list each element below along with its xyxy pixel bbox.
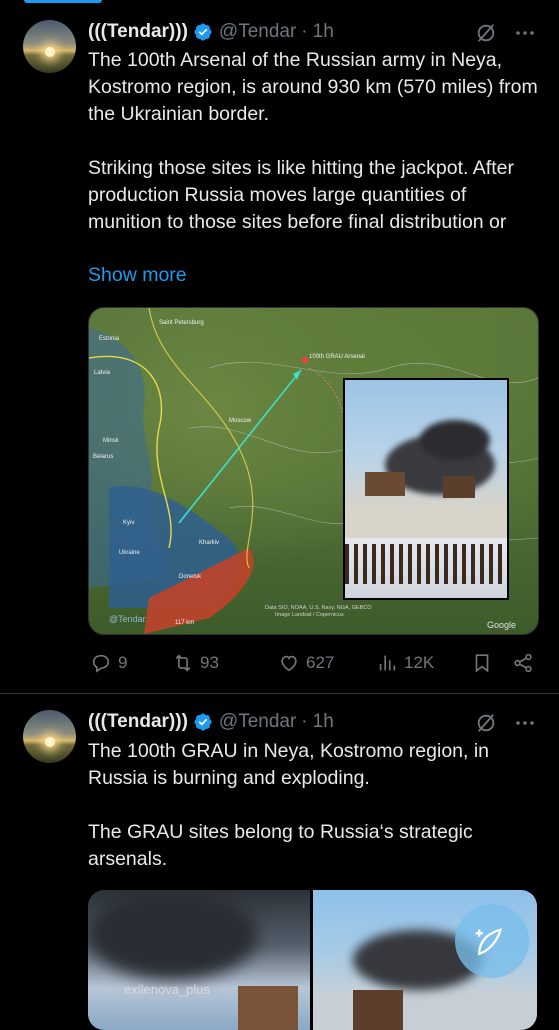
- repost-count: 93: [200, 653, 219, 672]
- label-donetsk: Donetsk: [179, 574, 202, 580]
- label-belarus: Belarus: [93, 454, 114, 460]
- grok-icon[interactable]: [475, 712, 497, 734]
- show-more-link[interactable]: Show more: [88, 264, 187, 287]
- compose-button[interactable]: [455, 904, 529, 978]
- separator: ·: [301, 711, 308, 732]
- repost-icon: [175, 654, 191, 672]
- reply-icon: [92, 654, 110, 673]
- more-icon[interactable]: [513, 21, 537, 45]
- label-kharkiv: Kharkiv: [199, 540, 220, 546]
- views-count: 12K: [404, 653, 435, 672]
- timestamp[interactable]: 1h: [313, 21, 334, 43]
- like-count: 627: [306, 653, 335, 672]
- repost-button[interactable]: 93: [172, 652, 219, 674]
- share-button[interactable]: [512, 652, 534, 674]
- avatar[interactable]: [23, 710, 76, 763]
- label-latvia: Latvia: [94, 370, 111, 376]
- tweet-text: The 100th GRAU in Neya, Kostromo region,…: [88, 740, 490, 870]
- photo-watermark: exilenova_plus: [124, 982, 211, 997]
- map-google-logo: Google: [487, 620, 517, 630]
- label-estonia: Estonia: [99, 336, 120, 342]
- views-button[interactable]: 12K: [376, 652, 434, 674]
- views-icon: [379, 655, 396, 671]
- map-attribution-2: Image Landsat / Copernicus: [275, 612, 344, 618]
- author-handle[interactable]: @Tendar: [219, 711, 296, 733]
- tweet-text: The 100th Arsenal of the Russian army in…: [88, 49, 538, 233]
- bookmark-icon: [475, 654, 489, 673]
- share-icon: [514, 653, 532, 673]
- label-kyiv: Kyiv: [123, 520, 135, 526]
- map-watermark: @Tendar: [109, 614, 146, 624]
- like-icon: [281, 655, 297, 672]
- tweet-actions: 9 93 627 12K: [88, 649, 536, 677]
- like-button[interactable]: 627: [278, 652, 334, 674]
- author-handle[interactable]: @Tendar: [219, 21, 296, 43]
- label-minsk: Minsk: [103, 438, 119, 444]
- separator: ·: [301, 21, 308, 42]
- label-moscow: Moscow: [229, 418, 252, 424]
- map-image[interactable]: 100th GRAU Arsenal Saint Petersburg Esto…: [88, 307, 539, 635]
- map-scale: 117 km: [175, 620, 195, 626]
- photo-1[interactable]: exilenova_plus: [88, 890, 310, 1030]
- timestamp[interactable]: 1h: [313, 711, 334, 733]
- bookmark-button[interactable]: [471, 652, 493, 674]
- label-ukraine: Ukraine: [119, 550, 140, 556]
- label-arsenal: 100th GRAU Arsenal: [309, 354, 365, 360]
- compose-icon: [475, 928, 503, 956]
- map-attribution: Data SIO, NOAA, U.S. Navy, NGA, GEBCO: [265, 605, 372, 611]
- label-saint-petersburg: Saint Petersburg: [159, 320, 204, 326]
- tweet-header: (((Tendar))) @Tendar · 1h: [88, 709, 334, 735]
- reply-button[interactable]: 9: [90, 652, 127, 674]
- more-icon[interactable]: [513, 711, 537, 735]
- reply-count: 9: [118, 653, 128, 672]
- grok-icon[interactable]: [475, 22, 497, 44]
- tweet-header: (((Tendar))) @Tendar · 1h: [88, 19, 334, 45]
- avatar[interactable]: [23, 20, 76, 73]
- author-name[interactable]: (((Tendar))): [88, 21, 188, 43]
- inset-fire-photo: [343, 378, 509, 600]
- verified-badge-icon: [194, 713, 212, 731]
- tweet-1[interactable]: (((Tendar))) @Tendar · 1h The 100th Arse…: [0, 0, 559, 693]
- verified-badge-icon: [194, 23, 212, 41]
- author-name[interactable]: (((Tendar))): [88, 711, 188, 733]
- tweet-2[interactable]: (((Tendar))) @Tendar · 1h The 100th GRAU…: [0, 694, 559, 1030]
